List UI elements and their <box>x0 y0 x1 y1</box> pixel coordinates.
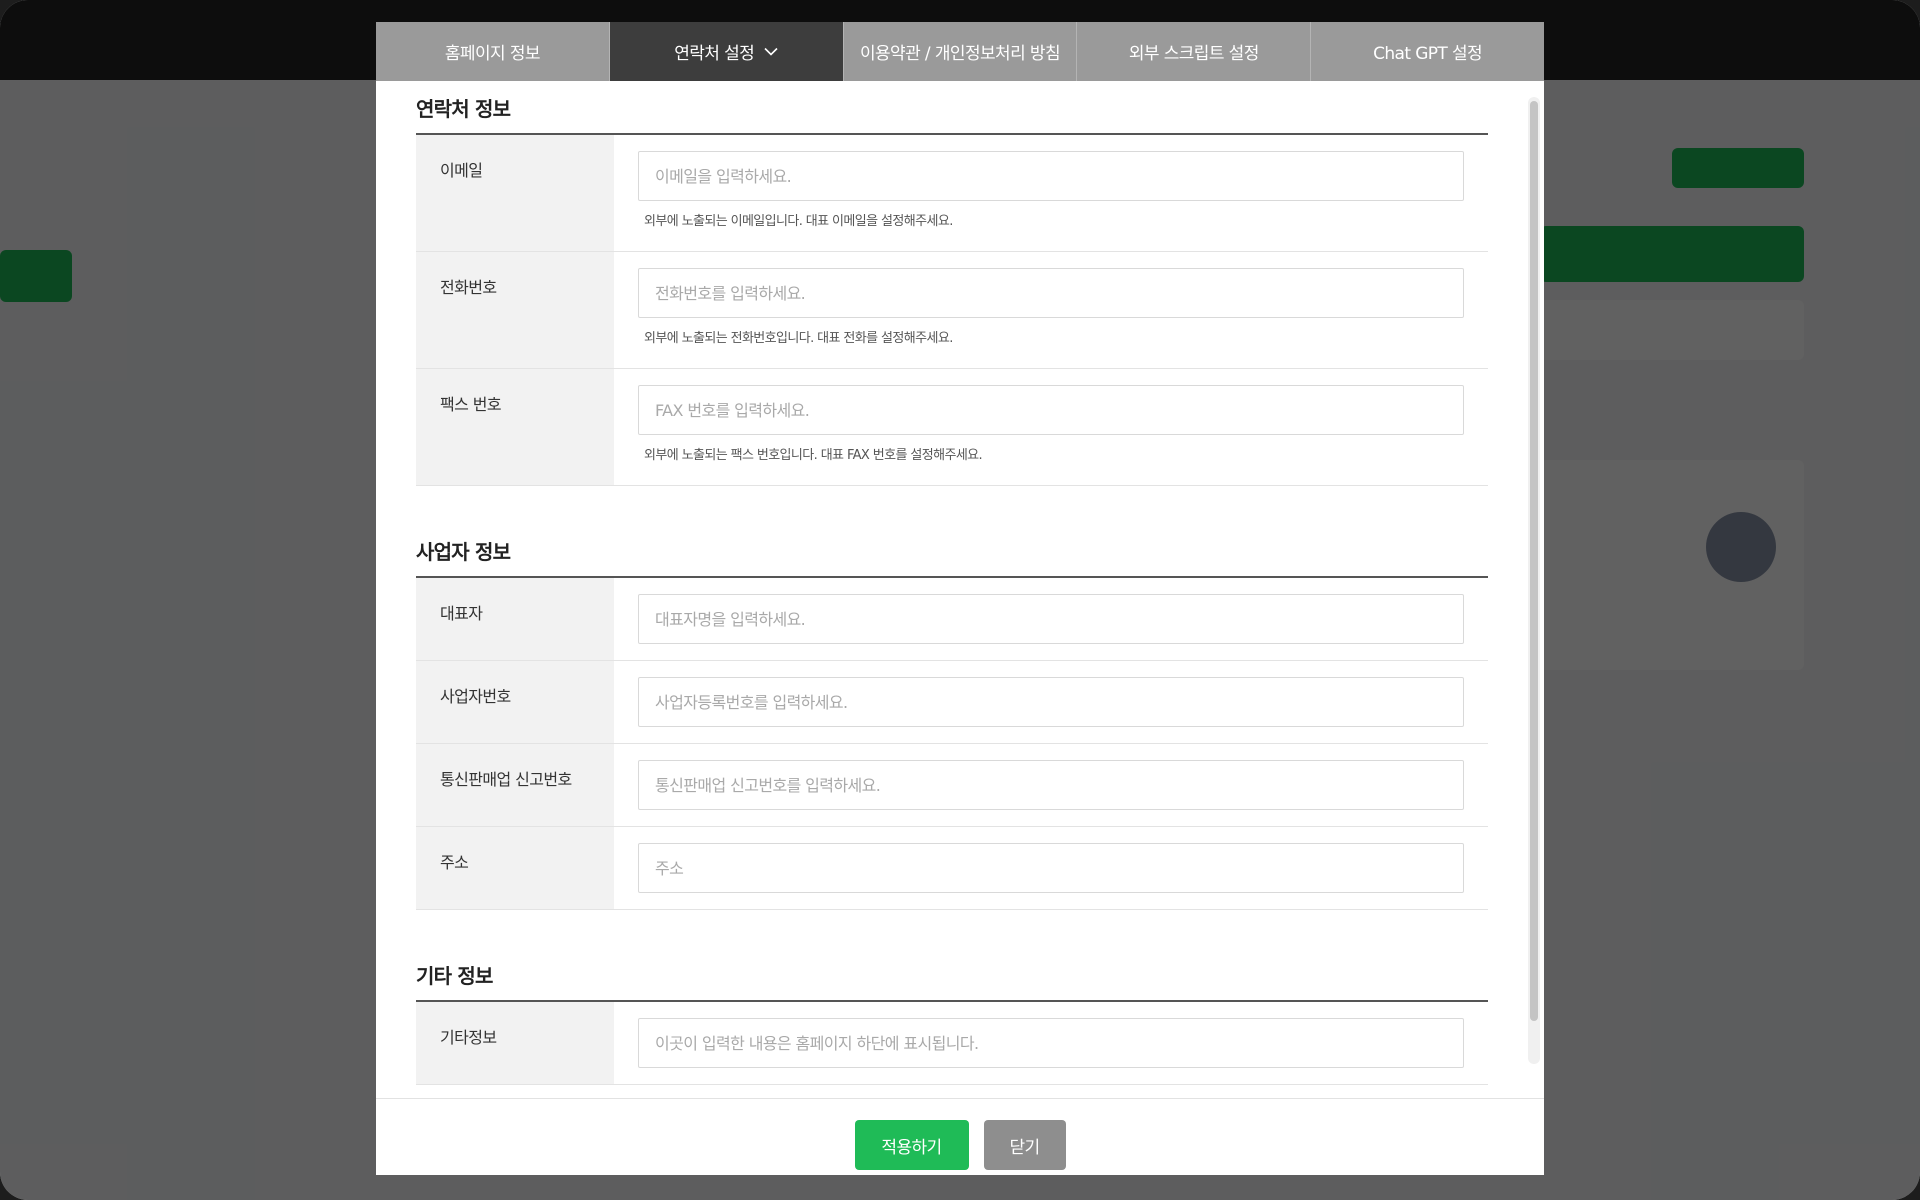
chevron-down-icon <box>764 47 778 56</box>
field-hint: 외부에 노출되는 전화번호입니다. 대표 전화를 설정해주세요. <box>644 331 953 346</box>
etc-info-input[interactable] <box>638 1018 1464 1068</box>
email-input[interactable] <box>638 151 1464 201</box>
tab-label: 홈페이지 정보 <box>444 44 541 64</box>
tab-chatgpt[interactable]: Chat GPT 설정 <box>1311 22 1544 81</box>
tab-label: 연락처 설정 <box>674 44 755 64</box>
section-title: 사업자 정보 <box>416 524 1488 578</box>
section-title: 연락처 정보 <box>416 81 1488 135</box>
field-label: 통신판매업 신고번호 <box>416 744 614 826</box>
contact-section: 연락처 정보 이메일 외부에 노출되는 이메일입니다. 대표 이메일을 설정해주… <box>416 81 1488 486</box>
business-section: 사업자 정보 대표자 사업자번호 통신판매업 신고번호 주소 <box>416 524 1488 910</box>
ceo-input[interactable] <box>638 594 1464 644</box>
field-label: 팩스 번호 <box>416 369 614 485</box>
tab-terms-privacy[interactable]: 이용약관 / 개인정보처리 방침 <box>844 22 1078 81</box>
business-number-input[interactable] <box>638 677 1464 727</box>
field-hint: 외부에 노출되는 팩스 번호입니다. 대표 FAX 번호를 설정해주세요. <box>644 448 983 463</box>
apply-button[interactable]: 적용하기 <box>854 1120 969 1170</box>
phone-input[interactable] <box>638 268 1464 318</box>
tab-external-script[interactable]: 외부 스크립트 설정 <box>1077 22 1312 81</box>
field-label: 대표자 <box>416 578 614 660</box>
field-hint: 외부에 노출되는 이메일입니다. 대표 이메일을 설정해주세요. <box>644 214 953 229</box>
contact-settings-modal: 홈페이지 정보 연락처 설정 이용약관 / 개인정보처리 방침 외부 스크립트 … <box>376 22 1544 1175</box>
modal-body[interactable]: 연락처 정보 이메일 외부에 노출되는 이메일입니다. 대표 이메일을 설정해주… <box>376 81 1544 1098</box>
form-row-fax: 팩스 번호 외부에 노출되는 팩스 번호입니다. 대표 FAX 번호를 설정해주… <box>416 369 1488 486</box>
form-row-phone: 전화번호 외부에 노출되는 전화번호입니다. 대표 전화를 설정해주세요. <box>416 252 1488 369</box>
scrollbar[interactable] <box>1528 97 1540 1064</box>
tab-contact-settings[interactable]: 연락처 설정 <box>609 22 844 81</box>
tab-bar: 홈페이지 정보 연락처 설정 이용약관 / 개인정보처리 방침 외부 스크립트 … <box>376 22 1544 81</box>
form-row-business-number: 사업자번호 <box>416 661 1488 744</box>
field-label: 주소 <box>416 827 614 909</box>
fax-input[interactable] <box>638 385 1464 435</box>
field-label: 전화번호 <box>416 252 614 368</box>
field-label: 기타정보 <box>416 1002 614 1084</box>
modal-footer: 적용하기 닫기 <box>376 1098 1544 1175</box>
section-title: 기타 정보 <box>416 948 1488 1002</box>
tab-homepage-info[interactable]: 홈페이지 정보 <box>376 22 610 81</box>
address-input[interactable] <box>638 843 1464 893</box>
tab-label: 외부 스크립트 설정 <box>1128 44 1260 64</box>
form-row-etc: 기타정보 <box>416 1002 1488 1085</box>
form-row-ecommerce-number: 통신판매업 신고번호 <box>416 744 1488 827</box>
form-row-address: 주소 <box>416 827 1488 910</box>
ecommerce-number-input[interactable] <box>638 760 1464 810</box>
form-row-email: 이메일 외부에 노출되는 이메일입니다. 대표 이메일을 설정해주세요. <box>416 135 1488 252</box>
tab-label: Chat GPT 설정 <box>1373 44 1483 64</box>
field-label: 사업자번호 <box>416 661 614 743</box>
etc-section: 기타 정보 기타정보 <box>416 948 1488 1085</box>
scrollbar-thumb[interactable] <box>1530 101 1538 1021</box>
field-label: 이메일 <box>416 135 614 251</box>
form-row-ceo: 대표자 <box>416 578 1488 661</box>
tab-label: 이용약관 / 개인정보처리 방침 <box>859 44 1061 64</box>
close-button[interactable]: 닫기 <box>983 1120 1066 1170</box>
